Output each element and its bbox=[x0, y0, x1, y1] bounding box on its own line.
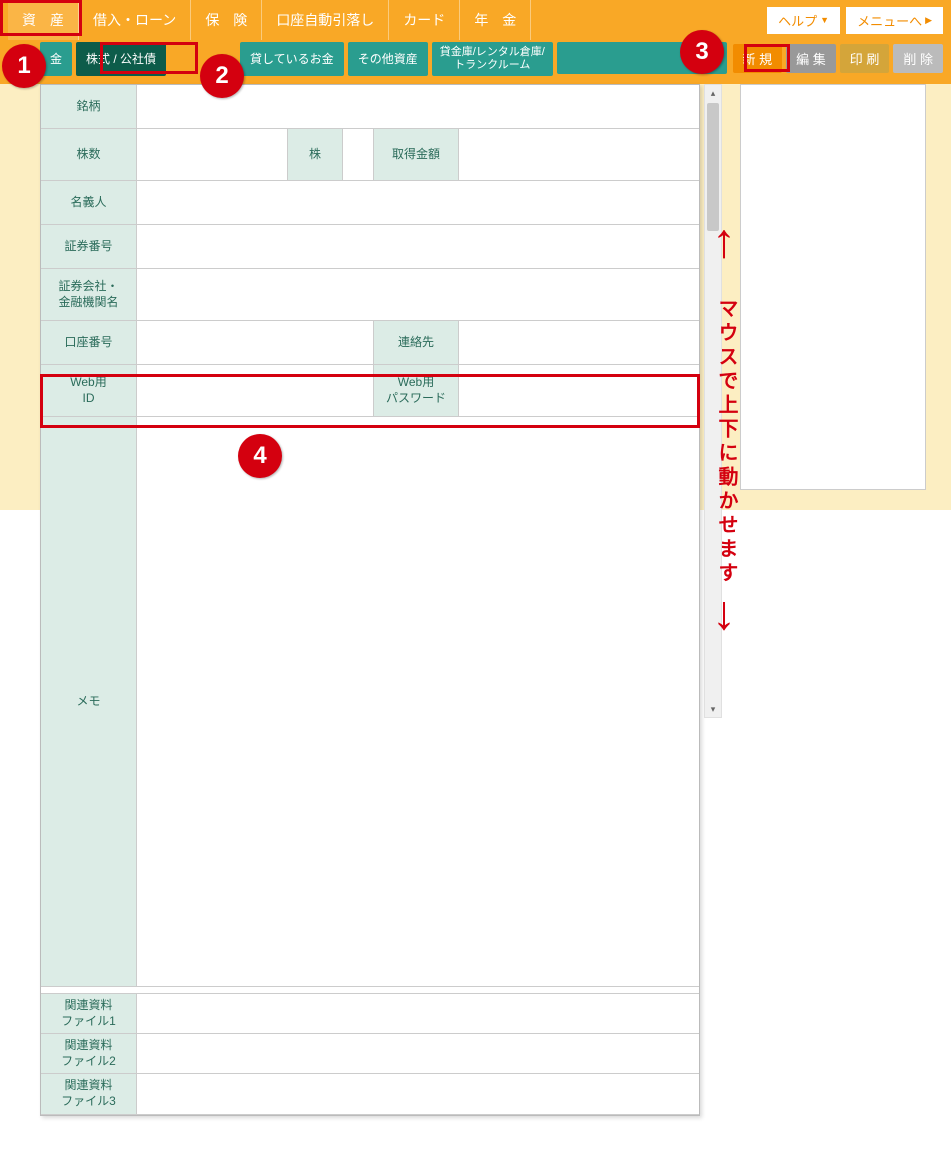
menu-button[interactable]: メニューへ bbox=[846, 7, 943, 34]
nav-card[interactable]: カード bbox=[389, 0, 460, 40]
value-holder[interactable] bbox=[137, 181, 699, 224]
value-certno[interactable] bbox=[137, 225, 699, 268]
top-nav-bar: 資 産 借入・ローン 保 険 口座自動引落し カード 年 金 ヘルプ メニューへ bbox=[0, 0, 951, 40]
value-acq-amount[interactable] bbox=[459, 129, 699, 180]
value-file2[interactable] bbox=[137, 1034, 699, 1073]
subtab-safebox[interactable]: 貸金庫/レンタル倉庫/ トランクルーム bbox=[432, 42, 553, 76]
value-shares[interactable] bbox=[137, 129, 287, 180]
sub-bar: 金 株式 / 公社債 貸しているお金 その他資産 貸金庫/レンタル倉庫/ トラン… bbox=[0, 40, 951, 84]
subtab-stocks[interactable]: 株式 / 公社債 bbox=[76, 42, 166, 76]
row-file1: 関連資料 ファイル1 bbox=[41, 993, 699, 1033]
subtab-safebox-l1: 貸金庫/レンタル倉庫/ bbox=[440, 46, 545, 59]
nav-autopay[interactable]: 口座自動引落し bbox=[262, 0, 389, 40]
label-webid: Web用 ID bbox=[41, 365, 137, 416]
menu-label: メニューへ bbox=[857, 11, 922, 30]
nav-pension[interactable]: 年 金 bbox=[460, 0, 531, 40]
label-memo: メモ bbox=[41, 417, 137, 986]
label-account: 口座番号 bbox=[41, 321, 137, 364]
label-brand: 銘柄 bbox=[41, 85, 137, 128]
row-certno: 証券番号 bbox=[41, 225, 699, 269]
label-contact: 連絡先 bbox=[373, 321, 459, 364]
main-area: 銘柄 株数 株 取得金額 名義人 証券番号 証券会社・ 金融機関名 口座番号 連… bbox=[0, 84, 951, 1116]
label-acq-amount: 取得金額 bbox=[373, 129, 459, 180]
delete-button[interactable]: 削 除 bbox=[893, 44, 943, 73]
top-right-buttons: ヘルプ メニューへ bbox=[767, 7, 943, 34]
value-account[interactable] bbox=[137, 321, 373, 364]
label-shares-unit: 株 bbox=[287, 129, 343, 180]
row-memo: メモ bbox=[41, 417, 699, 987]
callout-4: 4 bbox=[238, 434, 282, 478]
row-account: 口座番号 連絡先 bbox=[41, 321, 699, 365]
value-file1[interactable] bbox=[137, 994, 699, 1033]
value-broker[interactable] bbox=[137, 269, 699, 320]
label-file2: 関連資料 ファイル2 bbox=[41, 1034, 137, 1073]
arrow-down-icon: ↓ bbox=[712, 590, 736, 638]
row-shares: 株数 株 取得金額 bbox=[41, 129, 699, 181]
new-button[interactable]: 新 規 bbox=[733, 44, 783, 73]
subtab-other[interactable]: その他資産 bbox=[348, 42, 428, 76]
top-nav: 資 産 借入・ローン 保 険 口座自動引落し カード 年 金 bbox=[8, 0, 767, 40]
scrollbar-up-icon[interactable]: ▴ bbox=[705, 85, 721, 101]
row-brand: 銘柄 bbox=[41, 85, 699, 129]
value-webpw[interactable] bbox=[459, 365, 699, 416]
label-shares: 株数 bbox=[41, 129, 137, 180]
row-webid: Web用 ID Web用 パスワード bbox=[41, 365, 699, 417]
nav-assets[interactable]: 資 産 bbox=[8, 0, 79, 40]
label-broker: 証券会社・ 金融機関名 bbox=[41, 269, 137, 320]
value-file3[interactable] bbox=[137, 1074, 699, 1113]
nav-loans[interactable]: 借入・ローン bbox=[79, 0, 191, 40]
record-list-panel[interactable] bbox=[740, 84, 926, 490]
value-contact[interactable] bbox=[459, 321, 699, 364]
value-webid[interactable] bbox=[137, 365, 373, 416]
label-certno: 証券番号 bbox=[41, 225, 137, 268]
scrollbar-thumb[interactable] bbox=[707, 103, 719, 231]
callout-2: 2 bbox=[200, 54, 244, 98]
value-shares-mid bbox=[343, 129, 373, 180]
subtab-lent[interactable]: 貸しているお金 bbox=[240, 42, 344, 76]
row-file3: 関連資料 ファイル3 bbox=[41, 1073, 699, 1114]
help-label: ヘルプ bbox=[778, 11, 817, 30]
callout-3: 3 bbox=[680, 30, 724, 74]
action-buttons: 新 規 編 集 印 刷 削 除 bbox=[733, 40, 951, 73]
sub-tabs: 金 株式 / 公社債 貸しているお金 その他資産 貸金庫/レンタル倉庫/ トラン… bbox=[40, 40, 553, 76]
help-button[interactable]: ヘルプ bbox=[767, 7, 840, 34]
row-holder: 名義人 bbox=[41, 181, 699, 225]
form-panel: 銘柄 株数 株 取得金額 名義人 証券番号 証券会社・ 金融機関名 口座番号 連… bbox=[40, 84, 700, 1116]
callout-1: 1 bbox=[2, 44, 46, 88]
label-file3: 関連資料 ファイル3 bbox=[41, 1074, 137, 1113]
arrow-up-icon: ↑ bbox=[712, 218, 736, 266]
nav-insurance[interactable]: 保 険 bbox=[191, 0, 262, 40]
scrollbar-down-icon[interactable]: ▾ bbox=[705, 701, 721, 717]
value-memo[interactable] bbox=[137, 417, 699, 986]
row-file2: 関連資料 ファイル2 bbox=[41, 1033, 699, 1073]
row-broker: 証券会社・ 金融機関名 bbox=[41, 269, 699, 321]
print-button[interactable]: 印 刷 bbox=[840, 44, 890, 73]
scroll-hint-text: マウスで上下に動かせます bbox=[714, 298, 738, 586]
edit-button[interactable]: 編 集 bbox=[786, 44, 836, 73]
label-file1: 関連資料 ファイル1 bbox=[41, 994, 137, 1033]
label-holder: 名義人 bbox=[41, 181, 137, 224]
files-section: 関連資料 ファイル1 関連資料 ファイル2 関連資料 ファイル3 bbox=[41, 987, 699, 1115]
subtab-safebox-l2: トランクルーム bbox=[454, 59, 530, 72]
label-webpw: Web用 パスワード bbox=[373, 365, 459, 416]
